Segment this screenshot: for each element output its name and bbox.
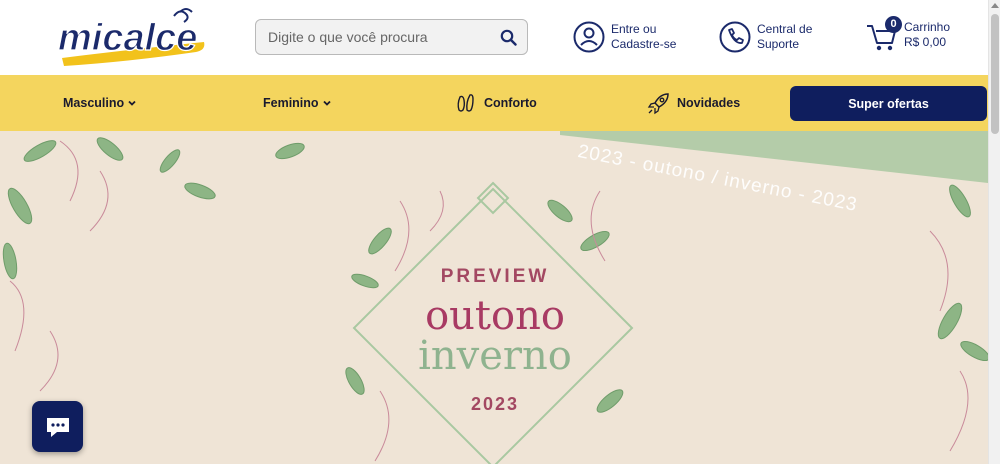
cart-link[interactable]: 0 Carrinho R$ 0,00 <box>866 16 950 52</box>
nav-item-label: Conforto <box>484 96 537 110</box>
account-label: Entre ou Cadastre-se <box>611 22 676 52</box>
nav-item-label: Feminino <box>263 96 319 110</box>
account-label-line1: Entre ou <box>611 22 657 36</box>
chat-button[interactable] <box>32 401 83 452</box>
cart-total: R$ 0,00 <box>904 35 947 49</box>
search-icon[interactable] <box>500 29 517 46</box>
search-input[interactable] <box>268 20 498 54</box>
page: micalce Entre ou Cadastre-se <box>0 0 1000 464</box>
pink-leaf-outline-left <box>9 140 109 392</box>
chat-bubble-icon <box>46 417 69 437</box>
nav-item-novidades[interactable]: Novidades <box>647 75 740 131</box>
logo-wordmark: micalce <box>58 17 197 59</box>
chevron-down-icon <box>128 100 136 106</box>
support-label: Central de Suporte <box>757 22 812 52</box>
cart-count-badge: 0 <box>885 16 902 33</box>
support-link[interactable]: Central de Suporte <box>719 21 812 53</box>
banner-kicker: PREVIEW <box>440 266 550 287</box>
nav-item-label: Masculino <box>63 96 125 110</box>
nav-item-label: Novidades <box>677 96 741 110</box>
account-label-line2: Cadastre-se <box>611 37 677 51</box>
category-nav: Masculino Feminino Conforto Novidades Su… <box>0 75 988 131</box>
chevron-down-icon <box>322 100 331 106</box>
nav-item-masculino[interactable]: Masculino <box>63 75 136 131</box>
scrollbar-thumb[interactable] <box>991 14 999 134</box>
site-header: micalce Entre ou Cadastre-se <box>0 0 988 75</box>
cart-label-text: Carrinho <box>904 20 951 34</box>
nav-item-feminino[interactable]: Feminino <box>263 75 331 131</box>
scroll-up-arrow-icon[interactable] <box>991 3 999 8</box>
banner-year: 2023 <box>470 394 520 414</box>
super-offers-button[interactable]: Super ofertas <box>790 86 987 121</box>
micalce-logo[interactable]: micalce <box>56 6 208 68</box>
nav-item-conforto[interactable]: Conforto <box>454 75 537 131</box>
footprint-icon <box>457 94 474 112</box>
hero-banner[interactable]: 2023 - outono / inverno - 2023 PREVIEW o… <box>0 131 988 464</box>
search-box <box>255 19 528 55</box>
support-label-line2: Suporte <box>757 37 800 51</box>
account-link[interactable]: Entre ou Cadastre-se <box>573 21 676 53</box>
banner-title-line2: inverno <box>418 333 572 379</box>
user-icon <box>573 21 605 53</box>
rocket-icon <box>647 93 669 115</box>
leaf-decoration-left <box>2 137 305 280</box>
leaf-decoration-right <box>937 184 988 362</box>
phone-icon <box>719 21 751 53</box>
cart-label: Carrinho R$ 0,00 <box>904 20 950 50</box>
support-label-line1: Central de <box>757 22 813 36</box>
page-scrollbar[interactable] <box>988 0 1000 464</box>
